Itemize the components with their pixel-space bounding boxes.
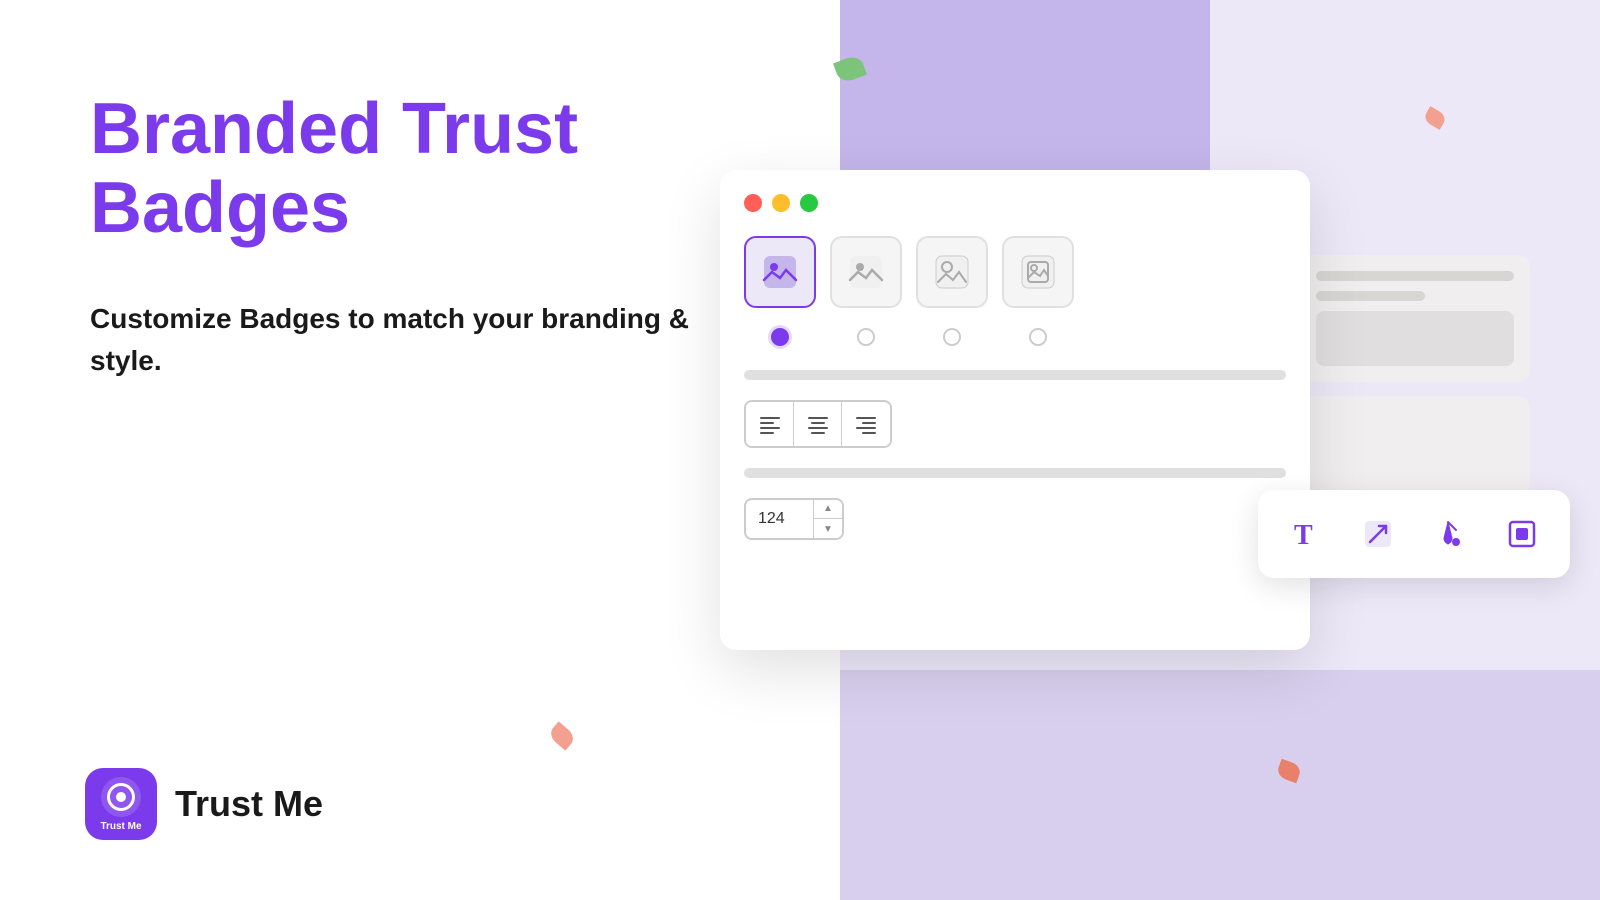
card-image-placeholder (1316, 311, 1514, 366)
card-line-2 (1316, 291, 1425, 301)
slider-bar-2[interactable] (744, 468, 1286, 478)
left-content: Branded Trust Badges Customize Badges to… (90, 90, 690, 382)
radio-item-4[interactable] (1002, 328, 1074, 346)
brand-name: Trust Me (175, 783, 323, 825)
radio-circle-4[interactable] (1029, 328, 1047, 346)
image-selector (744, 236, 1286, 308)
card-line-1 (1316, 271, 1514, 281)
purple-bottom-block (840, 670, 1600, 900)
traffic-light-yellow[interactable] (772, 194, 790, 212)
window-mockup: 124 ▲ ▼ (720, 170, 1310, 650)
radio-item-1[interactable] (744, 328, 816, 346)
page-subtitle: Customize Badges to match your branding … (90, 298, 690, 382)
brand-area: Trust Me Trust Me (85, 768, 323, 840)
radio-item-2[interactable] (830, 328, 902, 346)
svg-text:T: T (1294, 520, 1313, 550)
align-center-button[interactable] (794, 402, 842, 446)
content-card-1 (1300, 255, 1530, 382)
number-value: 124 (746, 510, 813, 528)
radio-circle-2[interactable] (857, 328, 875, 346)
number-input[interactable]: 124 ▲ ▼ (744, 498, 844, 540)
resize-tool-button[interactable] (1350, 506, 1406, 562)
number-down-button[interactable]: ▼ (814, 519, 842, 540)
align-left-button[interactable] (746, 402, 794, 446)
traffic-lights (744, 194, 1286, 212)
fill-tool-button[interactable] (1422, 506, 1478, 562)
page-title: Branded Trust Badges (90, 90, 690, 248)
align-buttons (744, 400, 892, 448)
number-up-button[interactable]: ▲ (814, 498, 842, 519)
radio-row (744, 328, 1286, 346)
brand-icon-label: Trust Me (100, 821, 141, 832)
img-option-2[interactable] (830, 236, 902, 308)
frame-tool-button[interactable] (1494, 506, 1550, 562)
align-right-button[interactable] (842, 402, 890, 446)
traffic-light-red[interactable] (744, 194, 762, 212)
img-option-1[interactable] (744, 236, 816, 308)
brand-icon: Trust Me (85, 768, 157, 840)
img-option-3[interactable] (916, 236, 988, 308)
radio-item-3[interactable] (916, 328, 988, 346)
radio-circle-3[interactable] (943, 328, 961, 346)
toolbar-card: T (1258, 490, 1570, 578)
radio-circle-1[interactable] (771, 328, 789, 346)
slider-bar-1[interactable] (744, 370, 1286, 380)
purple-top-block (840, 0, 1210, 175)
right-card-area (1300, 255, 1530, 510)
content-card-2 (1300, 396, 1530, 496)
number-arrows: ▲ ▼ (813, 498, 842, 540)
img-option-4[interactable] (1002, 236, 1074, 308)
text-tool-button[interactable]: T (1278, 506, 1334, 562)
traffic-light-green[interactable] (800, 194, 818, 212)
